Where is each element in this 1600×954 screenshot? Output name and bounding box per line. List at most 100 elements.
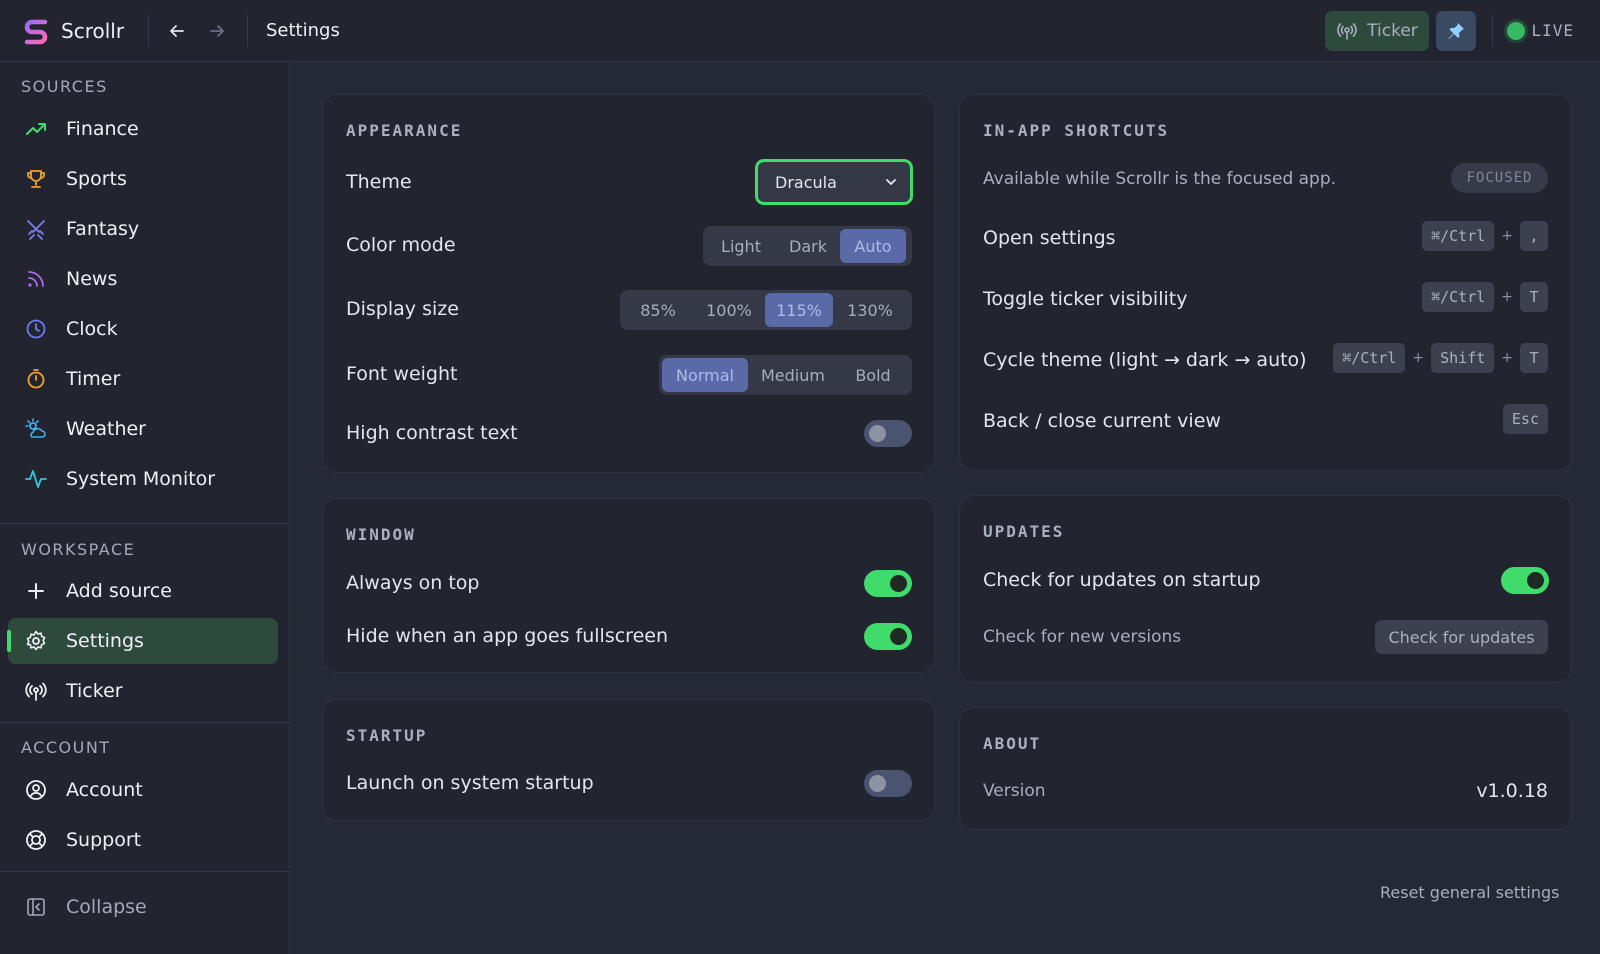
- reset-settings-link[interactable]: Reset general settings: [1380, 883, 1559, 902]
- pin-button[interactable]: [1436, 10, 1477, 51]
- toggle-knob: [869, 775, 886, 792]
- clock-icon: [25, 318, 47, 340]
- display-size-100[interactable]: 100%: [693, 293, 765, 327]
- plus-sign: +: [1501, 228, 1513, 244]
- sidebar-item-label: Add source: [66, 580, 172, 602]
- high-contrast-toggle[interactable]: [864, 420, 912, 447]
- broadcast-icon: [1337, 22, 1357, 40]
- color-mode-auto[interactable]: Auto: [840, 229, 906, 263]
- plus-sign: +: [1501, 350, 1513, 366]
- divider: [0, 871, 290, 872]
- pin-icon: [1448, 22, 1465, 39]
- always-on-top-toggle[interactable]: [864, 570, 912, 597]
- back-button[interactable]: [157, 11, 197, 51]
- about-card: ABOUT Version v1.0.18: [959, 707, 1572, 830]
- shortcut-label: Cycle theme (light → dark → auto): [983, 349, 1307, 371]
- rss-icon: [25, 268, 47, 290]
- focused-badge: FOCUSED: [1451, 163, 1548, 193]
- sidebar-item-clock[interactable]: Clock: [8, 306, 278, 352]
- display-size-85[interactable]: 85%: [623, 293, 693, 327]
- display-size-label: Display size: [346, 298, 459, 320]
- sidebar-item-timer[interactable]: Timer: [8, 356, 278, 402]
- sidebar-item-label: System Monitor: [66, 468, 216, 490]
- sidebar-item-label: Account: [66, 779, 143, 801]
- plus-sign: +: [1501, 289, 1513, 305]
- display-size-130[interactable]: 130%: [833, 293, 907, 327]
- swords-icon: [25, 218, 47, 240]
- forward-button[interactable]: [197, 11, 237, 51]
- scrollr-logo-icon: [24, 19, 48, 44]
- key: T: [1520, 343, 1548, 373]
- window-heading: WINDOW: [346, 525, 416, 544]
- sidebar-item-support[interactable]: Support: [8, 817, 278, 863]
- theme-select[interactable]: Dracula: [755, 159, 913, 205]
- sidebar-item-sports[interactable]: Sports: [8, 156, 278, 202]
- divider: [0, 722, 290, 723]
- collapse-label: Collapse: [66, 896, 147, 918]
- workspace-heading: WORKSPACE: [21, 540, 136, 559]
- sidebar-item-news[interactable]: News: [8, 256, 278, 302]
- theme-label: Theme: [346, 171, 412, 193]
- sidebar-item-label: Finance: [66, 118, 139, 140]
- arrow-right-icon: [210, 24, 224, 37]
- hide-fullscreen-toggle[interactable]: [864, 623, 912, 650]
- font-weight-segmented: Normal Medium Bold: [659, 355, 912, 395]
- user-circle-icon: [25, 779, 47, 801]
- version-value: v1.0.18: [1476, 780, 1548, 802]
- sidebar-item-label: Settings: [66, 630, 144, 652]
- sidebar-item-account[interactable]: Account: [8, 767, 278, 813]
- hide-fullscreen-label: Hide when an app goes fullscreen: [346, 625, 668, 647]
- key: T: [1520, 282, 1548, 312]
- page-title: Settings: [266, 20, 340, 41]
- display-size-115[interactable]: 115%: [765, 293, 833, 327]
- sidebar-item-add-source[interactable]: Add source: [8, 568, 278, 614]
- top-actions: Ticker LIVE: [1325, 10, 1600, 51]
- display-size-segmented: 85% 100% 115% 130%: [620, 290, 912, 330]
- sidebar-item-label: Sports: [66, 168, 127, 190]
- font-weight-bold[interactable]: Bold: [838, 358, 908, 392]
- font-weight-normal[interactable]: Normal: [662, 358, 748, 392]
- broadcast-icon: [25, 680, 47, 702]
- sidebar-item-label: News: [66, 268, 118, 290]
- sidebar-item-system-monitor[interactable]: System Monitor: [8, 456, 278, 502]
- divider: [0, 523, 290, 524]
- sidebar-item-fantasy[interactable]: Fantasy: [8, 206, 278, 252]
- plus-icon: [25, 580, 47, 602]
- check-startup-label: Check for updates on startup: [983, 569, 1261, 591]
- appearance-heading: APPEARANCE: [346, 121, 463, 140]
- color-mode-dark[interactable]: Dark: [776, 229, 840, 263]
- shortcut-label: Toggle ticker visibility: [983, 288, 1188, 310]
- updates-card: UPDATES Check for updates on startup Che…: [959, 495, 1572, 683]
- shortcuts-card: IN-APP SHORTCUTS Available while Scrollr…: [959, 94, 1572, 471]
- app-name: Scrollr: [61, 18, 125, 43]
- check-updates-button[interactable]: Check for updates: [1375, 620, 1548, 654]
- shortcut-label: Back / close current view: [983, 410, 1221, 432]
- divider: [1492, 14, 1494, 47]
- key: ,: [1520, 221, 1548, 251]
- collapse-button[interactable]: Collapse: [8, 885, 278, 929]
- updates-heading: UPDATES: [983, 522, 1065, 541]
- startup-card: STARTUP Launch on system startup: [322, 699, 935, 821]
- sidebar-item-finance[interactable]: Finance: [8, 106, 278, 152]
- account-heading: ACCOUNT: [21, 738, 111, 757]
- about-heading: ABOUT: [983, 734, 1042, 753]
- theme-select-value: Dracula: [775, 172, 837, 192]
- ticker-button-label: Ticker: [1367, 20, 1418, 41]
- font-weight-medium[interactable]: Medium: [748, 358, 838, 392]
- live-indicator: LIVE: [1507, 21, 1574, 40]
- key: Esc: [1502, 404, 1548, 434]
- sidebar-item-weather[interactable]: Weather: [8, 406, 278, 452]
- ticker-button[interactable]: Ticker: [1325, 10, 1430, 51]
- sidebar-item-label: Weather: [66, 418, 146, 440]
- color-mode-light[interactable]: Light: [706, 229, 776, 263]
- check-startup-toggle[interactable]: [1501, 567, 1549, 594]
- sources-heading: SOURCES: [21, 77, 108, 96]
- sidebar-item-ticker[interactable]: Ticker: [8, 668, 278, 714]
- launch-startup-toggle[interactable]: [864, 770, 912, 797]
- shortcut-keys: ⌘/Ctrl + Shift + T: [1333, 343, 1548, 373]
- sidebar-item-settings[interactable]: Settings: [7, 618, 278, 664]
- key: ⌘/Ctrl: [1333, 343, 1406, 373]
- key: ⌘/Ctrl: [1422, 221, 1495, 251]
- sidebar-item-label: Fantasy: [66, 218, 140, 240]
- shortcuts-heading: IN-APP SHORTCUTS: [983, 121, 1170, 140]
